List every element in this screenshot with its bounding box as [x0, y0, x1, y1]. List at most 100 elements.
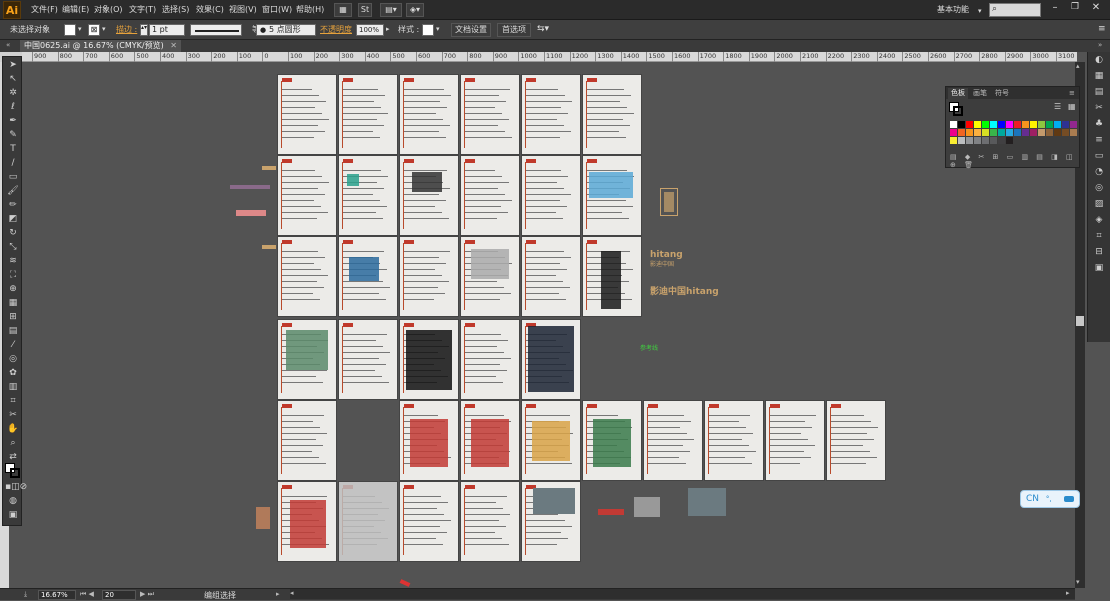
menu-view[interactable]: 视图(V)	[225, 0, 261, 20]
rectangle-tool-icon[interactable]: ▭	[5, 171, 21, 183]
appearance-icon[interactable]: ◎	[1091, 182, 1107, 194]
color-swatch[interactable]	[1022, 121, 1029, 128]
artboard-page[interactable]	[400, 401, 458, 480]
chevron-down-icon[interactable]: ▾	[102, 25, 106, 33]
color-swatch[interactable]	[1014, 121, 1021, 128]
artboard-page[interactable]	[339, 75, 397, 154]
curvature-icon[interactable]: ✎	[5, 129, 21, 141]
artboard-page[interactable]	[339, 237, 397, 316]
direct-selection-icon[interactable]: ↖	[5, 73, 21, 85]
gradient-icon[interactable]: ▤	[5, 325, 21, 337]
artboard-tool-icon[interactable]: ⌗	[5, 395, 21, 407]
color-swatch[interactable]	[950, 129, 957, 136]
artboard-page[interactable]	[461, 75, 519, 154]
color-swatch[interactable]	[1070, 129, 1077, 136]
artboard-page[interactable]	[583, 401, 641, 480]
perspective-grid-icon[interactable]: ▦	[5, 297, 21, 309]
artboard-page[interactable]	[461, 401, 519, 480]
chevron-down-icon[interactable]: ▾	[436, 25, 440, 33]
gradient-panel-icon[interactable]: ▭	[1091, 150, 1107, 162]
artboards-icon[interactable]: ⌗	[1091, 230, 1107, 242]
align-icon[interactable]: ⊟	[1091, 246, 1107, 258]
artboard-page[interactable]	[339, 320, 397, 399]
stroke-stepper[interactable]: ▴▾	[140, 24, 148, 36]
hand-tool-icon[interactable]: ✋	[5, 423, 21, 435]
stock-icon[interactable]: St	[358, 3, 372, 17]
scroll-up-icon[interactable]: ▴	[1076, 62, 1080, 70]
tab-swatches[interactable]: 色板	[948, 88, 968, 99]
panel-stroke-swatch[interactable]	[953, 106, 963, 116]
list-view-icon[interactable]: ☰	[1054, 102, 1061, 111]
color-swatch[interactable]	[1038, 121, 1045, 128]
zoom-field[interactable]: 16.67%	[38, 590, 76, 600]
color-chip[interactable]	[256, 507, 270, 529]
artboard-page[interactable]	[461, 237, 519, 316]
color-swatch[interactable]	[1014, 129, 1021, 136]
type-tool-icon[interactable]: T	[5, 143, 21, 155]
grid-view-icon[interactable]: ▦	[1068, 102, 1076, 111]
color-swatch[interactable]	[958, 121, 965, 128]
close-tab-icon[interactable]: ✕	[170, 41, 177, 50]
screen-mode-icon[interactable]: ▣	[5, 509, 21, 521]
workspace-switcher[interactable]: 基本功能	[937, 0, 969, 20]
artboard-index-field[interactable]: 20	[102, 590, 136, 600]
vertical-scroll-thumb[interactable]	[1076, 316, 1084, 326]
horizontal-scrollbar[interactable]	[290, 589, 1075, 599]
transparency-icon[interactable]: ◔	[1091, 166, 1107, 178]
artboard-page[interactable]	[339, 156, 397, 235]
color-swatch[interactable]	[998, 129, 1005, 136]
color-swatch[interactable]	[1062, 129, 1069, 136]
transform-icon[interactable]: ⇆▾	[537, 24, 549, 34]
minimize-icon[interactable]: –	[1048, 2, 1062, 16]
eraser-icon[interactable]: ◩	[5, 213, 21, 225]
next-artboard-icon[interactable]: ▶ ⏭	[140, 590, 154, 599]
artboard-page[interactable]	[766, 401, 824, 480]
color-swatch[interactable]	[958, 137, 965, 144]
pen-tool-icon[interactable]: ✒	[5, 115, 21, 127]
opacity-label[interactable]: 不透明度	[320, 23, 352, 37]
color-swatch[interactable]	[1006, 137, 1013, 144]
artboard-page[interactable]	[278, 320, 336, 399]
artboard-page[interactable]	[461, 156, 519, 235]
close-icon[interactable]: ✕	[1088, 2, 1104, 16]
menu-window[interactable]: 窗口(W)	[258, 0, 296, 20]
pathfinder-icon[interactable]: ▣	[1091, 262, 1107, 274]
artboard-page[interactable]	[400, 156, 458, 235]
color-panel-icon[interactable]: ◐	[1091, 54, 1107, 66]
strip-object[interactable]	[598, 509, 624, 515]
rotate-icon[interactable]: ↻	[5, 227, 21, 239]
first-artboard-icon[interactable]: ⏮ ◀	[80, 590, 94, 599]
scroll-right-icon[interactable]: ▸	[1066, 589, 1070, 597]
artboard-page[interactable]	[644, 401, 702, 480]
color-chip[interactable]	[262, 245, 276, 249]
skirt-object[interactable]	[533, 488, 575, 514]
color-swatch[interactable]	[966, 121, 973, 128]
brush-definition[interactable]: ● 5 点圆形	[256, 24, 316, 36]
lasso-icon[interactable]: ℓ	[5, 101, 21, 113]
fill-swatch[interactable]	[64, 24, 76, 36]
color-chip[interactable]	[262, 166, 276, 170]
artboard-page[interactable]	[522, 156, 580, 235]
mesh-icon[interactable]: ⊞	[5, 311, 21, 323]
draw-mode-icon[interactable]: ◍	[5, 495, 21, 507]
color-swatch[interactable]	[974, 121, 981, 128]
free-transform-icon[interactable]: ⛶	[5, 269, 21, 281]
color-swatch[interactable]	[990, 129, 997, 136]
scroll-left-icon[interactable]: ◂	[290, 589, 294, 597]
document-tab[interactable]: 中国0625.ai @ 16.67% (CMYK/预览) ✕	[20, 40, 181, 52]
gpu-icon[interactable]: ◈▾	[406, 3, 424, 17]
artboard-page[interactable]	[522, 75, 580, 154]
layers-icon[interactable]: ◈	[1091, 214, 1107, 226]
color-swatch[interactable]	[982, 137, 989, 144]
artboard-page[interactable]	[522, 401, 580, 480]
color-swatch[interactable]	[966, 137, 973, 144]
artboard-page[interactable]	[461, 320, 519, 399]
color-swatch[interactable]	[1054, 121, 1061, 128]
swap-fill-stroke-icon[interactable]: ⇄	[5, 451, 21, 463]
symbol-sprayer-icon[interactable]: ✿	[5, 367, 21, 379]
panel-menu-icon[interactable]: ≡	[1098, 24, 1106, 34]
status-menu-icon[interactable]: ▸	[276, 590, 280, 598]
artboard-page[interactable]	[278, 482, 336, 561]
maximize-icon[interactable]: ❐	[1068, 2, 1082, 16]
stroke-weight-field[interactable]: 1 pt	[149, 24, 185, 36]
